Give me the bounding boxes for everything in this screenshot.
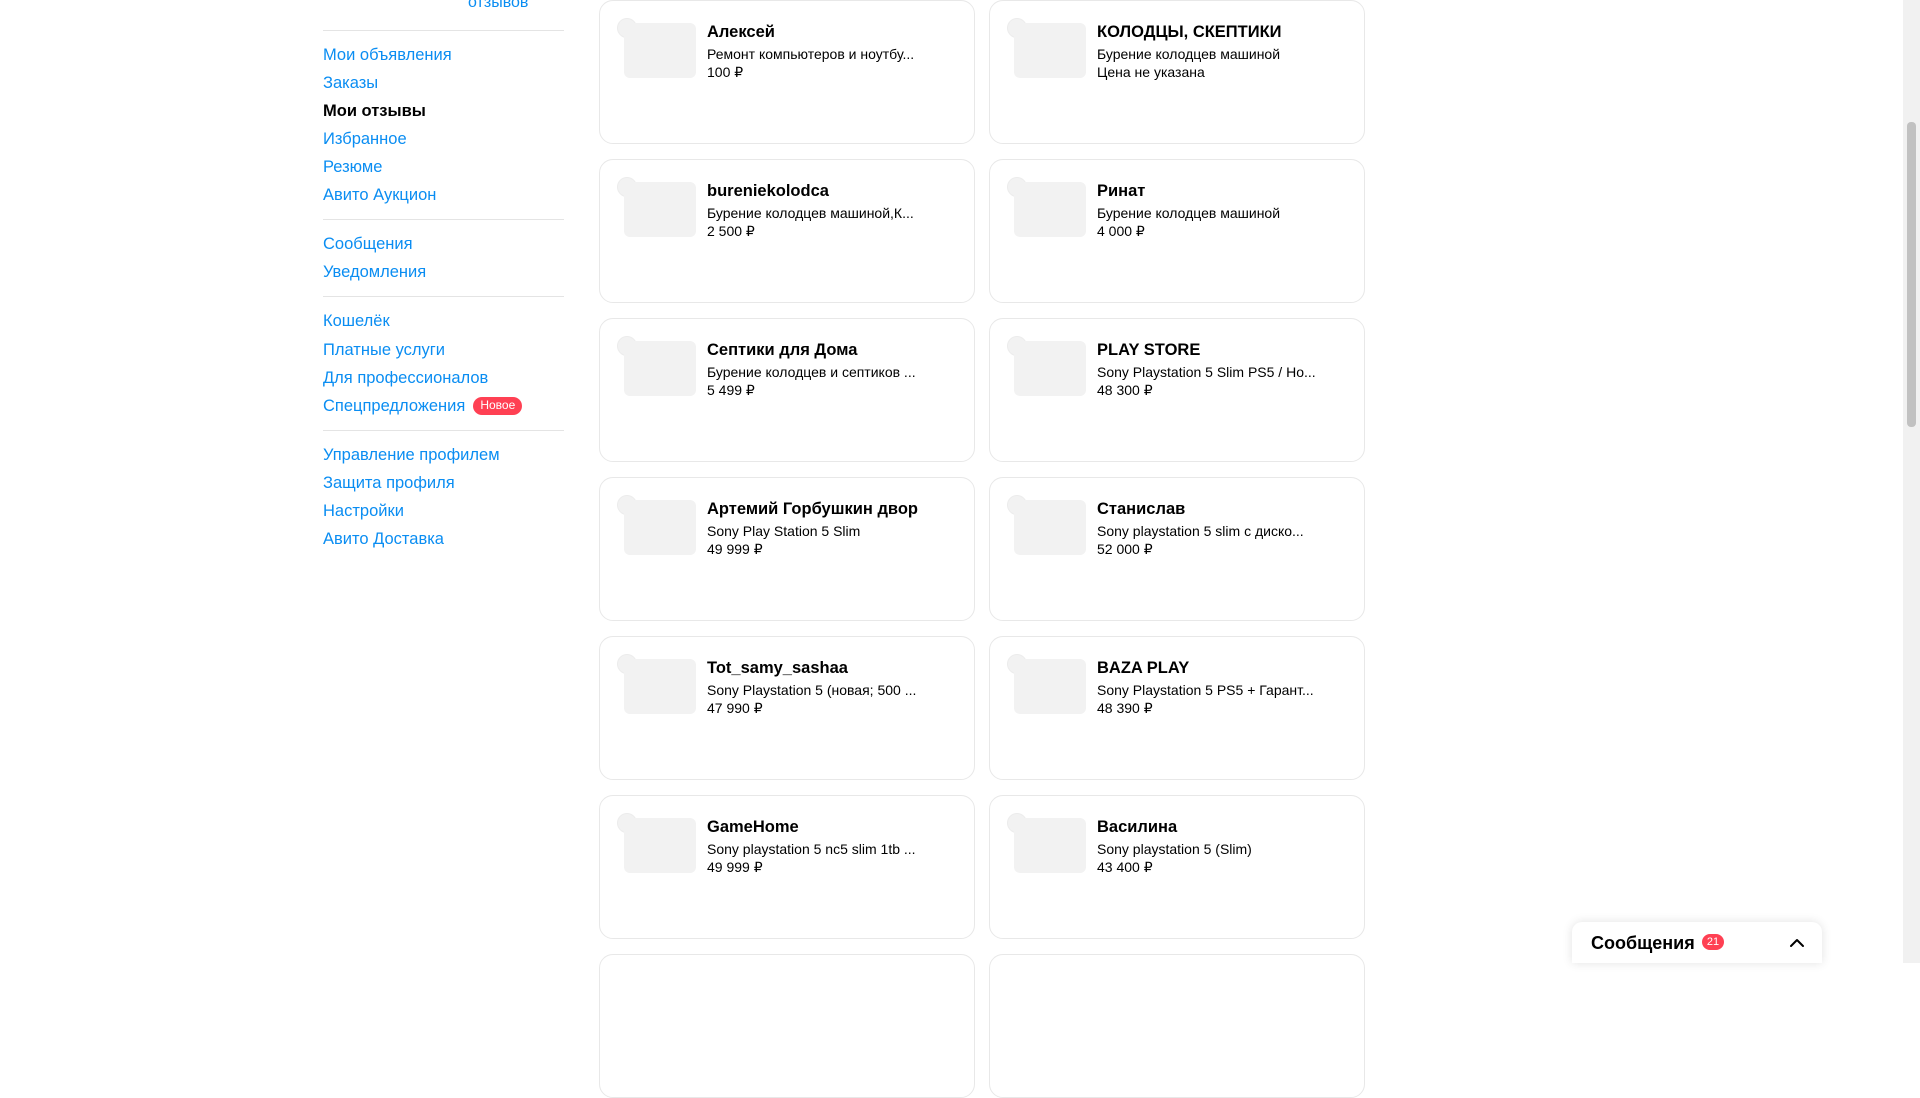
seller-name: Ринат [1097, 182, 1146, 200]
sidebar-item-favorites[interactable]: Избранное [323, 129, 407, 149]
review-card[interactable] [599, 954, 975, 1098]
seller-name: Василина [1097, 818, 1178, 836]
item-thumbnail [1014, 500, 1086, 555]
item-thumbnail [624, 659, 696, 714]
chevron-up-icon[interactable] [1788, 934, 1806, 952]
item-thumbnail [1014, 659, 1086, 714]
sidebar-item-resume[interactable]: Резюме [323, 157, 382, 177]
item-thumbnail [1014, 818, 1086, 873]
sidebar-item-orders[interactable]: Заказы [323, 73, 378, 93]
sidebar-divider [323, 296, 564, 297]
item-title: Sony Play Station 5 Slim [707, 523, 861, 539]
sidebar-item-messages[interactable]: Сообщения [323, 234, 413, 254]
item-price: 49 999 ₽ [707, 541, 763, 557]
review-card[interactable]: Алексей Ремонт компьютеров и ноутбу... 1… [599, 0, 975, 144]
item-title: Ремонт компьютеров и ноутбу... [707, 46, 915, 62]
rating-stars-partial: · [327, 0, 332, 6]
review-card[interactable]: КОЛОДЦЫ, СКЕПТИКИ Бурение колодцев машин… [989, 0, 1365, 144]
item-thumbnail [624, 341, 696, 396]
review-card[interactable]: Артемий Горбушкин двор Sony Play Station… [599, 477, 975, 621]
sidebar-item-profile-management[interactable]: Управление профилем [323, 445, 500, 465]
seller-name: PLAY STORE [1097, 341, 1201, 359]
seller-name: bureniekolodca [707, 182, 829, 200]
seller-name: Артемий Горбушкин двор [707, 500, 918, 518]
sidebar-item-for-professionals[interactable]: Для профессионалов [323, 368, 488, 388]
seller-name: Tot_samy_sashaa [707, 659, 848, 677]
review-card[interactable]: bureniekolodca Бурение колодцев машиной,… [599, 159, 975, 303]
item-price: 4 000 ₽ [1097, 223, 1145, 239]
sidebar-item-settings[interactable]: Настройки [323, 501, 404, 521]
seller-name: Септики для Дома [707, 341, 858, 359]
sidebar-item-paid-services[interactable]: Платные услуги [323, 340, 445, 360]
item-title: Бурение колодцев и септиков ... [707, 364, 916, 380]
seller-name: Алексей [707, 23, 775, 41]
item-price: 100 ₽ [707, 64, 744, 80]
page-scrollbar[interactable] [1903, 0, 1920, 963]
unread-count-badge: 21 [1702, 934, 1724, 950]
review-card[interactable]: GameHome Sony playstation 5 nc5 slim 1tb… [599, 795, 975, 939]
sidebar-divider [323, 219, 564, 220]
review-card[interactable]: Tot_samy_sashaa Sony Playstation 5 (нова… [599, 636, 975, 780]
sidebar-item-avito-auction[interactable]: Авито Аукцион [323, 185, 436, 205]
seller-name: GameHome [707, 818, 799, 836]
item-price: 5 499 ₽ [707, 382, 755, 398]
new-badge: Новое [473, 397, 523, 415]
item-title: Sony playstation 5 (Slim) [1097, 841, 1252, 857]
seller-name: КОЛОДЦЫ, СКЕПТИКИ [1097, 23, 1282, 41]
sidebar-item-my-ads[interactable]: Мои объявления [323, 45, 452, 65]
scrollbar-thumb[interactable] [1907, 122, 1916, 427]
review-card[interactable]: Станислав Sony playstation 5 slim с диск… [989, 477, 1365, 621]
item-thumbnail [1014, 341, 1086, 396]
item-thumbnail [624, 23, 696, 78]
reviews-count-link[interactable]: отзывов [468, 0, 528, 12]
review-card[interactable]: Василина Sony playstation 5 (Slim) 43 40… [989, 795, 1365, 939]
item-price: 49 999 ₽ [707, 859, 763, 875]
item-price: 48 300 ₽ [1097, 382, 1153, 398]
item-title: Бурение колодцев машиной [1097, 205, 1281, 221]
review-card[interactable]: Ринат Бурение колодцев машиной 4 000 ₽ [989, 159, 1365, 303]
item-thumbnail [1014, 182, 1086, 237]
item-price: 2 500 ₽ [707, 223, 755, 239]
sidebar-item-profile-protection[interactable]: Защита профиля [323, 473, 455, 493]
seller-name: BAZA PLAY [1097, 659, 1190, 677]
review-card[interactable]: PLAY STORE Sony Playstation 5 Slim PS5 /… [989, 318, 1365, 462]
sidebar-divider [323, 430, 564, 431]
item-price: 52 000 ₽ [1097, 541, 1153, 557]
review-card[interactable] [989, 954, 1365, 1098]
item-title: Sony playstation 5 slim с диско... [1097, 523, 1304, 539]
sidebar-divider [323, 30, 564, 31]
review-card[interactable]: BAZA PLAY Sony Playstation 5 PS5 + Гаран… [989, 636, 1365, 780]
item-title: Sony playstation 5 nc5 slim 1tb ... [707, 841, 916, 857]
item-thumbnail [1014, 23, 1086, 78]
sidebar-item-label: Спецпредложения [323, 397, 466, 415]
sidebar-item-notifications[interactable]: Уведомления [323, 262, 426, 282]
messages-widget[interactable]: Сообщения 21 [1572, 922, 1822, 963]
item-thumbnail [624, 182, 696, 237]
item-price: 48 390 ₽ [1097, 700, 1153, 716]
item-title: Sony Playstation 5 Slim PS5 / Но... [1097, 364, 1316, 380]
item-price: 43 400 ₽ [1097, 859, 1153, 875]
item-title: Sony Playstation 5 (новая; 500 ... [707, 682, 917, 698]
sidebar-item-special-offers[interactable]: Спецпредложения Новое [323, 396, 523, 416]
sidebar-item-avito-delivery[interactable]: Авито Доставка [323, 529, 444, 549]
item-price: 47 990 ₽ [707, 700, 763, 716]
review-card[interactable]: Септики для Дома Бурение колодцев и септ… [599, 318, 975, 462]
item-title: Sony Playstation 5 PS5 + Гарант... [1097, 682, 1314, 698]
messages-widget-title: Сообщения [1591, 933, 1695, 953]
item-title: Бурение колодцев машиной [1097, 46, 1281, 62]
item-thumbnail [624, 818, 696, 873]
sidebar-item-wallet[interactable]: Кошелёк [323, 311, 390, 331]
sidebar-item-my-reviews[interactable]: Мои отзывы [323, 101, 426, 121]
seller-name: Станислав [1097, 500, 1186, 518]
item-title: Бурение колодцев машиной,К... [707, 205, 914, 221]
item-price: Цена не указана [1097, 64, 1205, 80]
item-thumbnail [624, 500, 696, 555]
